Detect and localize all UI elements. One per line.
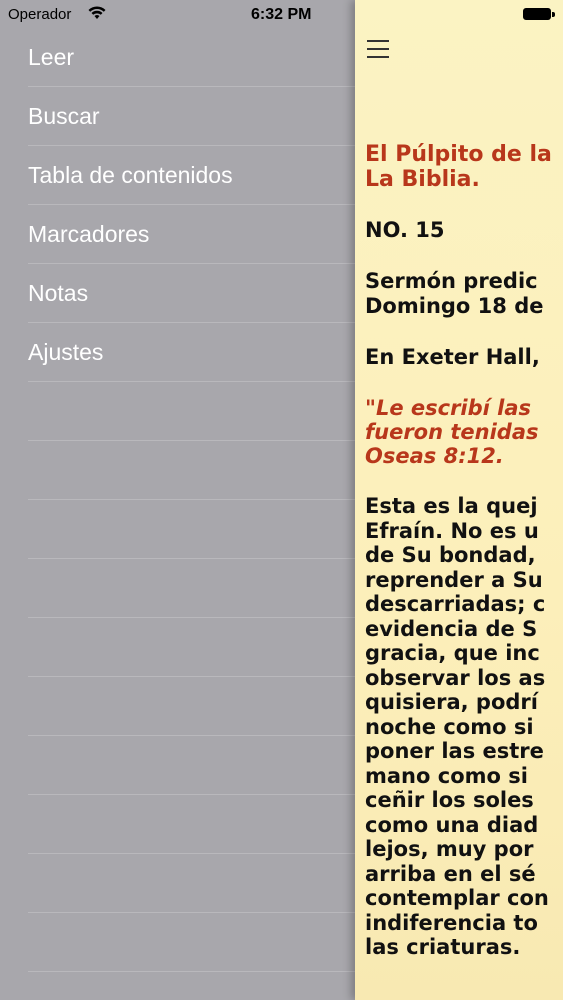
menu-item-buscar[interactable]: Buscar (28, 87, 355, 146)
menu-row-empty (28, 854, 355, 913)
body-line: descarriadas; c (365, 592, 546, 616)
sermon-number: NO. 15 (365, 218, 445, 242)
body-line: Efraín. No es u (365, 518, 539, 543)
battery-icon (523, 8, 555, 20)
quote-line: Oseas 8:12. (365, 444, 504, 468)
status-bar: Operador 6:32 PM (0, 0, 355, 30)
sermon-place: En Exeter Hall, (365, 345, 540, 369)
menu-item-marcadores[interactable]: Marcadores (28, 205, 355, 264)
menu-item-leer[interactable]: Leer (28, 28, 355, 87)
body-line: noche como si (365, 714, 534, 739)
menu-item-label: Buscar (28, 102, 100, 129)
body-line: las criaturas. (365, 935, 521, 959)
menu-item-tabla-de-contenidos[interactable]: Tabla de contenidos (28, 146, 355, 205)
menu-item-label: Ajustes (28, 338, 104, 365)
carrier-label: Operador (8, 6, 72, 23)
info-line: Sermón predic (365, 269, 538, 293)
menu-row-empty (28, 441, 355, 500)
hamburger-menu-icon[interactable] (367, 40, 389, 60)
side-menu: Operador 6:32 PM Leer Buscar Tabla de co… (0, 0, 355, 1000)
body-line: gracia, que inc (365, 641, 540, 665)
menu-row-empty (28, 913, 355, 972)
menu-row-empty (28, 677, 355, 736)
menu-list: Leer Buscar Tabla de contenidos Marcador… (0, 28, 355, 972)
wifi-icon (88, 6, 106, 19)
menu-row-empty (28, 500, 355, 559)
menu-row-empty (28, 618, 355, 677)
body-line: reprender a Su (365, 567, 543, 592)
body-line: indiferencia to (365, 910, 538, 935)
reader-panel[interactable]: El Púlpito de la La Biblia. NO. 15 Sermó… (355, 0, 563, 1000)
menu-item-label: Tabla de contenidos (28, 161, 233, 188)
body-line: de Su bondad, (365, 543, 536, 567)
menu-row-empty (28, 382, 355, 441)
body-line: lejos, muy por (365, 837, 534, 861)
menu-item-label: Notas (28, 279, 89, 306)
info-line: Domingo 18 de (365, 294, 544, 318)
scripture-quote: "Le escribí las fueron tenidas Oseas 8:1… (365, 396, 563, 468)
sermon-info: Sermón predic Domingo 18 de (365, 269, 563, 319)
menu-row-empty (28, 795, 355, 854)
body-line: ceñir los soles (365, 788, 534, 812)
menu-row-empty (28, 736, 355, 795)
sermon-body: Esta es la quej Efraín. No es u de Su bond… (365, 494, 563, 960)
title-line: La Biblia. (365, 167, 480, 192)
body-line: contemplar con (365, 886, 549, 910)
body-line: arriba en el sé (365, 861, 536, 886)
menu-item-label: Leer (28, 43, 75, 70)
title-line: El Púlpito de la (365, 142, 552, 167)
body-line: poner las estre (365, 739, 544, 763)
menu-item-label: Marcadores (28, 220, 150, 247)
menu-item-notas[interactable]: Notas (28, 264, 355, 323)
clock: 6:32 PM (251, 6, 312, 23)
quote-line: "Le escribí las (365, 396, 532, 420)
quote-line: fueron tenidas (365, 420, 539, 444)
body-line: evidencia de S (365, 616, 538, 641)
menu-item-ajustes[interactable]: Ajustes (28, 323, 355, 382)
sermon-title: El Púlpito de la La Biblia. (365, 142, 563, 192)
body-line: mano como si (365, 763, 528, 788)
body-line: quisiera, podrí (365, 690, 538, 714)
menu-row-empty (28, 559, 355, 618)
sermon-text: El Púlpito de la La Biblia. NO. 15 Sermó… (365, 142, 563, 986)
body-line: Esta es la quej (365, 494, 538, 518)
body-line: como una diad (365, 812, 539, 837)
body-line: observar los as (365, 665, 546, 690)
